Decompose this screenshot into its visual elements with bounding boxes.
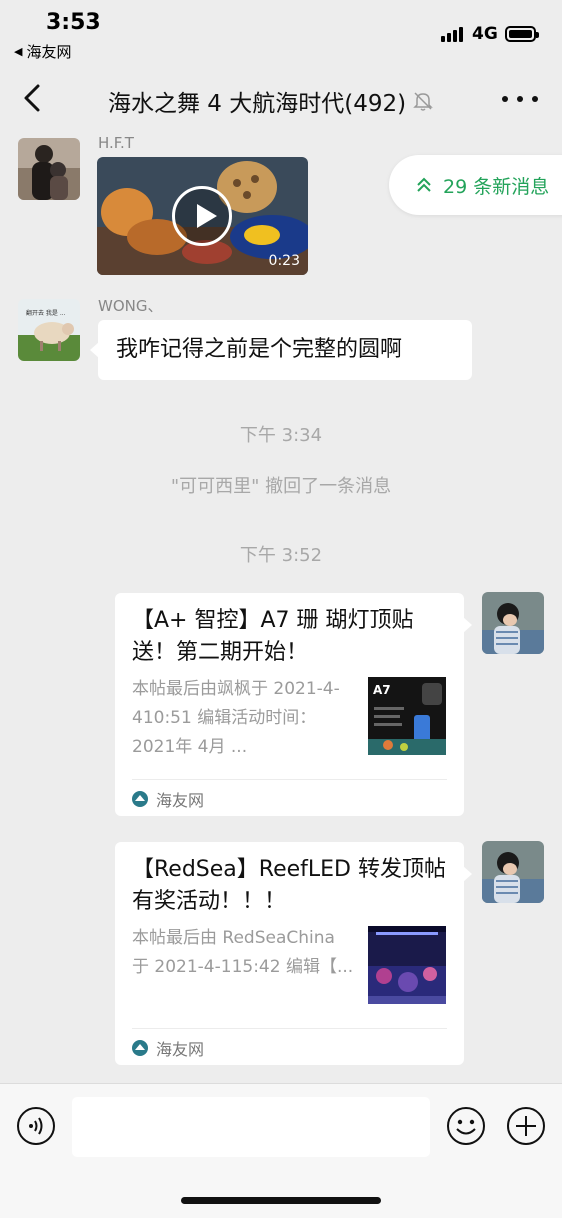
back-triangle-icon: ◀ (14, 45, 23, 58)
battery-icon (505, 26, 539, 42)
svg-text:翻开去 我是 ...: 翻开去 我是 ... (26, 309, 66, 317)
back-app-label: 海友网 (26, 43, 72, 61)
text-message[interactable]: 我咋记得之前是个完整的圆啊 (90, 320, 472, 380)
card-description: 本帖最后由飒枫于 2021-4-410:51 编辑活动时间：2021年 4月 .… (132, 679, 340, 757)
card-title: 【RedSea】ReefLED 转发顶帖有奖活动！！！ (132, 857, 446, 914)
voice-icon[interactable] (16, 1106, 56, 1146)
plus-icon[interactable] (506, 1106, 546, 1146)
link-card[interactable]: 【A+ 智控】A7 珊 瑚灯顶贴送！第二期开始！ 本帖最后由飒枫于 2021-4… (115, 593, 472, 816)
thumbnail-label: A7 (373, 683, 391, 697)
sender-name: WONG、 (98, 297, 163, 315)
card-title: 【A+ 智控】A7 珊 瑚灯顶贴送！第二期开始！ (132, 608, 414, 665)
avatar-self[interactable] (482, 592, 544, 654)
mute-icon (413, 92, 433, 111)
source-logo-icon (132, 791, 148, 807)
nav-bar: 海水之舞 4 大航海时代(492) (0, 66, 562, 132)
card-thumbnail (368, 926, 446, 1004)
more-icon[interactable] (502, 86, 538, 112)
back-to-app-link[interactable]: ◀ 海友网 (14, 41, 71, 62)
double-chevron-up-icon (417, 177, 431, 192)
video-message[interactable]: 0:23 (97, 157, 308, 275)
card-source: 海友网 (132, 1036, 204, 1060)
new-messages-indicator[interactable]: 29 条新消息 (389, 155, 562, 215)
chat-title-text: 海水之舞 4 大航海时代(492) (108, 91, 407, 117)
card-description: 本帖最后由 RedSeaChina 于 2021-4-115:42 编辑【... (132, 928, 354, 977)
link-card[interactable]: 【RedSea】ReefLED 转发顶帖有奖活动！！！ 本帖最后由 RedSea… (115, 842, 472, 1065)
status-bar: 3:53 ◀ 海友网 4G (0, 0, 562, 66)
status-time: 3:53 (46, 10, 101, 35)
card-source-label: 海友网 (156, 791, 205, 810)
timestamp: 下午 3:52 (239, 545, 323, 566)
avatar-hft[interactable] (18, 138, 80, 200)
card-source: 海友网 (132, 787, 204, 811)
avatar-self[interactable] (482, 841, 544, 903)
home-indicator[interactable] (181, 1197, 381, 1204)
message-input[interactable] (72, 1097, 430, 1157)
back-icon[interactable] (18, 80, 48, 116)
video-duration: 0:23 (268, 253, 300, 269)
signal-icon (441, 26, 463, 42)
avatar-wong[interactable]: 翻开去 我是 ... (18, 299, 80, 361)
new-messages-label: 29 条新消息 (443, 175, 550, 198)
chat-title: 海水之舞 4 大航海时代(492) (108, 84, 434, 118)
network-type: 4G (472, 24, 498, 44)
card-thumbnail: A7 (368, 677, 446, 755)
card-source-label: 海友网 (156, 1040, 205, 1059)
emoji-icon[interactable] (446, 1106, 486, 1146)
source-logo-icon (132, 1040, 148, 1056)
play-icon[interactable] (172, 186, 232, 246)
recall-notice: "可可西里" 撤回了一条消息 (170, 476, 392, 497)
sender-name: H.F.T (98, 134, 134, 152)
timestamp: 下午 3:34 (239, 425, 323, 446)
